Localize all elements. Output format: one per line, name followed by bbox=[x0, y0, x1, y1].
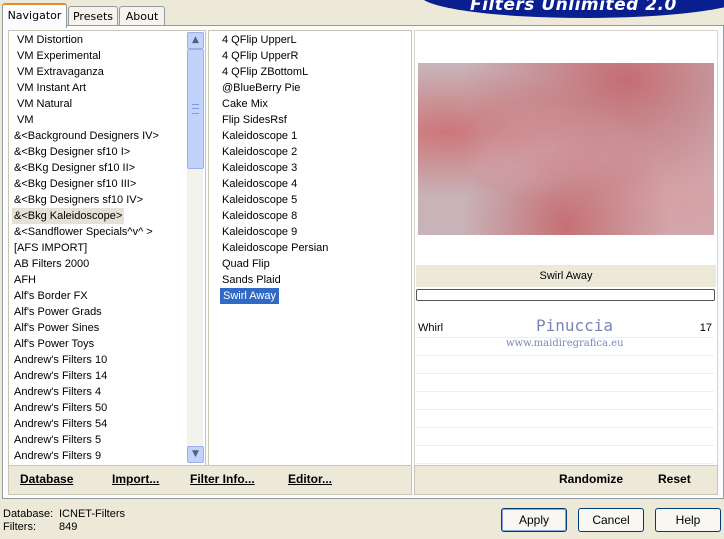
category-item[interactable]: Andrew's Filters 4 bbox=[14, 384, 186, 400]
filters-label: Filters: bbox=[3, 521, 36, 533]
filter-info-button[interactable]: Filter Info... bbox=[190, 472, 255, 486]
filter-item[interactable]: Quad Flip bbox=[222, 256, 402, 272]
filter-item[interactable]: 4 QFlip UpperL bbox=[222, 32, 402, 48]
category-item[interactable]: VM bbox=[14, 112, 186, 128]
filter-item[interactable]: Kaleidoscope Persian bbox=[222, 240, 402, 256]
category-item[interactable]: VM Instant Art bbox=[14, 80, 186, 96]
param-row-empty bbox=[416, 428, 714, 446]
filter-item[interactable]: Kaleidoscope 8 bbox=[222, 208, 402, 224]
category-list[interactable]: VM Distortion VM Experimental VM Extravaga… bbox=[12, 32, 186, 464]
param-row-empty bbox=[416, 410, 714, 428]
database-label: Database: bbox=[3, 508, 54, 520]
category-item[interactable]: &<BKg Designer sf10 II> bbox=[14, 160, 186, 176]
filter-item[interactable]: Kaleidoscope 9 bbox=[222, 224, 402, 240]
reset-button[interactable]: Reset bbox=[658, 472, 691, 486]
randomize-button[interactable]: Randomize bbox=[559, 472, 623, 486]
category-item[interactable]: VM Natural bbox=[14, 96, 186, 112]
category-item[interactable]: VM Extravaganza bbox=[14, 64, 186, 80]
help-button[interactable]: Help bbox=[655, 508, 721, 532]
apply-button[interactable]: Apply bbox=[501, 508, 567, 532]
watermark-name: Pinuccia bbox=[536, 316, 614, 335]
scroll-thumb[interactable] bbox=[187, 49, 204, 169]
filters-count: 849 bbox=[59, 521, 78, 533]
watermark-url: www.maidiregrafica.eu bbox=[506, 338, 624, 349]
banner-title: Filters Unlimited 2.0 bbox=[470, 0, 677, 15]
filter-item[interactable]: Sands Plaid bbox=[222, 272, 402, 288]
category-item[interactable]: Alf's Power Grads bbox=[14, 304, 186, 320]
cancel-button[interactable]: Cancel bbox=[578, 508, 644, 532]
category-item[interactable]: Andrew's Filters 54 bbox=[14, 416, 186, 432]
import-button[interactable]: Import... bbox=[112, 472, 159, 486]
category-item[interactable]: Alf's Border FX bbox=[14, 288, 186, 304]
param-value[interactable]: 17 bbox=[700, 322, 712, 334]
filter-item[interactable]: @BlueBerry Pie bbox=[222, 80, 402, 96]
category-item[interactable]: AFH bbox=[14, 272, 186, 288]
progress-bar bbox=[416, 289, 715, 301]
filter-name-label: Swirl Away bbox=[416, 265, 716, 287]
filter-item[interactable]: Kaleidoscope 4 bbox=[222, 176, 402, 192]
filter-item[interactable]: Cake Mix bbox=[222, 96, 402, 112]
category-item[interactable]: &<Bkg Designer sf10 I> bbox=[14, 144, 186, 160]
filter-item[interactable]: 4 QFlip UpperR bbox=[222, 48, 402, 64]
category-item[interactable]: Andrew's Filters 5 bbox=[14, 432, 186, 448]
filter-item[interactable]: Swirl Away bbox=[220, 288, 279, 304]
category-item[interactable]: Andrew's Filters 50 bbox=[14, 400, 186, 416]
category-item[interactable]: Alf's Power Toys bbox=[14, 336, 186, 352]
category-item[interactable]: VM Experimental bbox=[14, 48, 186, 64]
category-item[interactable]: Andrew's Filters 10 bbox=[14, 352, 186, 368]
filter-item[interactable]: Kaleidoscope 2 bbox=[222, 144, 402, 160]
category-item[interactable]: Andrew's Filters 9 bbox=[14, 448, 186, 464]
category-scrollbar[interactable]: ▲ ▼ bbox=[187, 32, 204, 463]
category-item[interactable]: &<Bkg Designer sf10 III> bbox=[14, 176, 186, 192]
param-row-empty bbox=[416, 392, 714, 410]
scroll-down-icon[interactable]: ▼ bbox=[187, 446, 204, 463]
category-item[interactable]: &<Bkg Designers sf10 IV> bbox=[14, 192, 186, 208]
category-item[interactable]: Alf's Power Sines bbox=[14, 320, 186, 336]
param-row-empty bbox=[416, 446, 714, 464]
filter-item[interactable]: Kaleidoscope 1 bbox=[222, 128, 402, 144]
tab-about[interactable]: About bbox=[119, 6, 165, 26]
filter-item[interactable]: Kaleidoscope 3 bbox=[222, 160, 402, 176]
category-item[interactable]: VM Distortion bbox=[14, 32, 186, 48]
param-row-empty bbox=[416, 356, 714, 374]
tab-presets[interactable]: Presets bbox=[68, 6, 118, 26]
database-value: ICNET-Filters bbox=[59, 508, 125, 520]
category-item[interactable]: &<Bkg Kaleidoscope> bbox=[12, 208, 125, 224]
category-item[interactable]: &<Sandflower Specials^v^ > bbox=[14, 224, 186, 240]
category-item[interactable]: &<Background Designers IV> bbox=[14, 128, 186, 144]
category-item[interactable]: Andrew's Filters 14 bbox=[14, 368, 186, 384]
filter-item[interactable]: Kaleidoscope 5 bbox=[222, 192, 402, 208]
database-button[interactable]: Database bbox=[20, 472, 73, 486]
filter-item[interactable]: 4 QFlip ZBottomL bbox=[222, 64, 402, 80]
param-row-empty bbox=[416, 374, 714, 392]
filter-list[interactable]: 4 QFlip UpperL 4 QFlip UpperR 4 QFlip ZBot… bbox=[220, 32, 402, 304]
param-name: Whirl bbox=[418, 322, 444, 334]
category-item[interactable]: [AFS IMPORT] bbox=[14, 240, 186, 256]
scroll-up-icon[interactable]: ▲ bbox=[187, 32, 204, 49]
editor-button[interactable]: Editor... bbox=[288, 472, 332, 486]
category-item[interactable]: AB Filters 2000 bbox=[14, 256, 186, 272]
filter-item[interactable]: Flip SidesRsf bbox=[222, 112, 402, 128]
preview-image bbox=[418, 63, 714, 235]
tab-navigator[interactable]: Navigator bbox=[2, 3, 67, 28]
